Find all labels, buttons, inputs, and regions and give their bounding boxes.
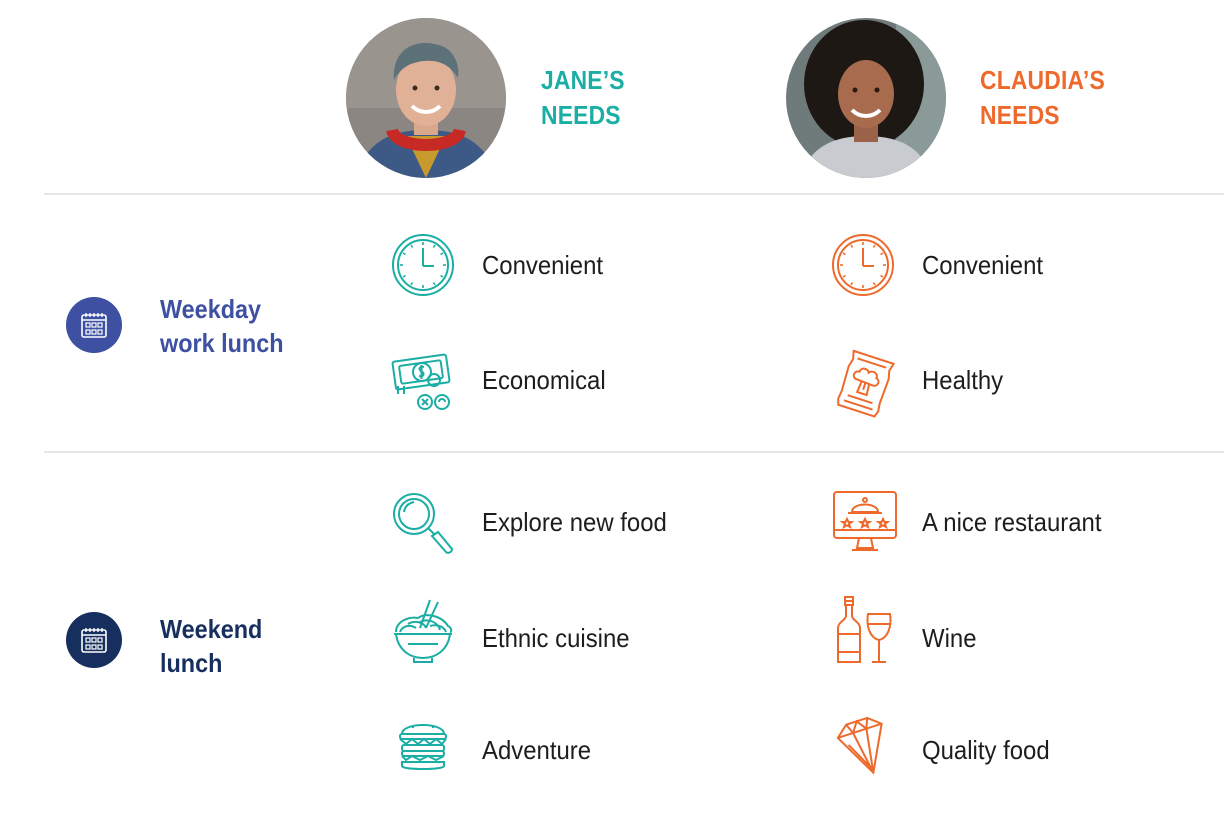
claudia-need-healthy: Healthy — [922, 365, 1004, 395]
jane-need-ethnic-cuisine: Ethnic cuisine — [482, 623, 630, 653]
header-divider — [44, 193, 1224, 195]
magnifier-icon — [393, 493, 454, 554]
jane-need-economical: Economical — [482, 365, 606, 395]
weekday-scenario-label: Weekday work lunch — [160, 292, 284, 360]
scenario-divider — [44, 451, 1224, 453]
money-icon — [391, 353, 451, 410]
jane-convenient-clock-icon — [390, 232, 456, 298]
weekend-label-line1: Weekend — [160, 614, 263, 644]
claudia-healthy-package-icon — [830, 348, 896, 418]
claudia-wine-icon — [830, 596, 896, 663]
claudia-title-line2: NEEDS — [980, 100, 1060, 130]
claudia-restaurant-icon — [830, 488, 897, 554]
claudia-need-nice-restaurant: A nice restaurant — [922, 507, 1102, 537]
weekday-label-line2: work lunch — [160, 328, 284, 358]
jane-need-convenient: Convenient — [482, 250, 604, 280]
jane-adventure-burger-icon — [390, 712, 456, 778]
jane-needs-title: JANE’S NEEDS — [541, 63, 625, 133]
jane-ethnic-noodle-icon — [390, 598, 456, 664]
claudia-quality-diamond-icon — [832, 714, 898, 780]
claudia-title-line1: CLAUDIA’S — [980, 65, 1105, 95]
wine-icon — [837, 596, 892, 663]
jane-title-line2: NEEDS — [541, 100, 621, 130]
weekday-label-line1: Weekday — [160, 294, 262, 324]
jane-need-explore-new-food: Explore new food — [482, 507, 667, 537]
claudia-needs-title: CLAUDIA’S NEEDS — [980, 63, 1105, 133]
noodle-bowl-icon — [394, 599, 453, 663]
diamond-icon — [836, 716, 883, 775]
claudia-portrait-icon — [786, 18, 946, 178]
jane-economical-money-icon — [390, 350, 456, 416]
claudia-need-quality-food: Quality food — [922, 735, 1050, 765]
weekday-calendar-badge — [66, 297, 122, 353]
clock-icon — [832, 234, 894, 296]
jane-avatar — [346, 18, 506, 178]
burger-icon — [399, 724, 447, 770]
calendar-icon — [81, 628, 107, 653]
weekend-label-line2: lunch — [160, 648, 223, 678]
claudia-need-convenient: Convenient — [922, 250, 1044, 280]
jane-portrait-icon — [346, 18, 506, 178]
claudia-convenient-clock-icon — [830, 232, 896, 298]
jane-title-line1: JANE’S — [541, 65, 625, 95]
claudia-need-wine: Wine — [922, 623, 977, 653]
restaurant-rating-icon — [833, 491, 897, 551]
claudia-avatar — [786, 18, 946, 178]
jane-need-adventure: Adventure — [482, 735, 592, 765]
clock-icon — [392, 234, 454, 296]
weekend-scenario-label: Weekend lunch — [160, 612, 262, 680]
broccoli-package-icon — [837, 349, 896, 418]
calendar-icon — [81, 313, 107, 338]
jane-explore-magnifier-icon — [390, 490, 456, 556]
weekend-calendar-badge — [66, 612, 122, 668]
